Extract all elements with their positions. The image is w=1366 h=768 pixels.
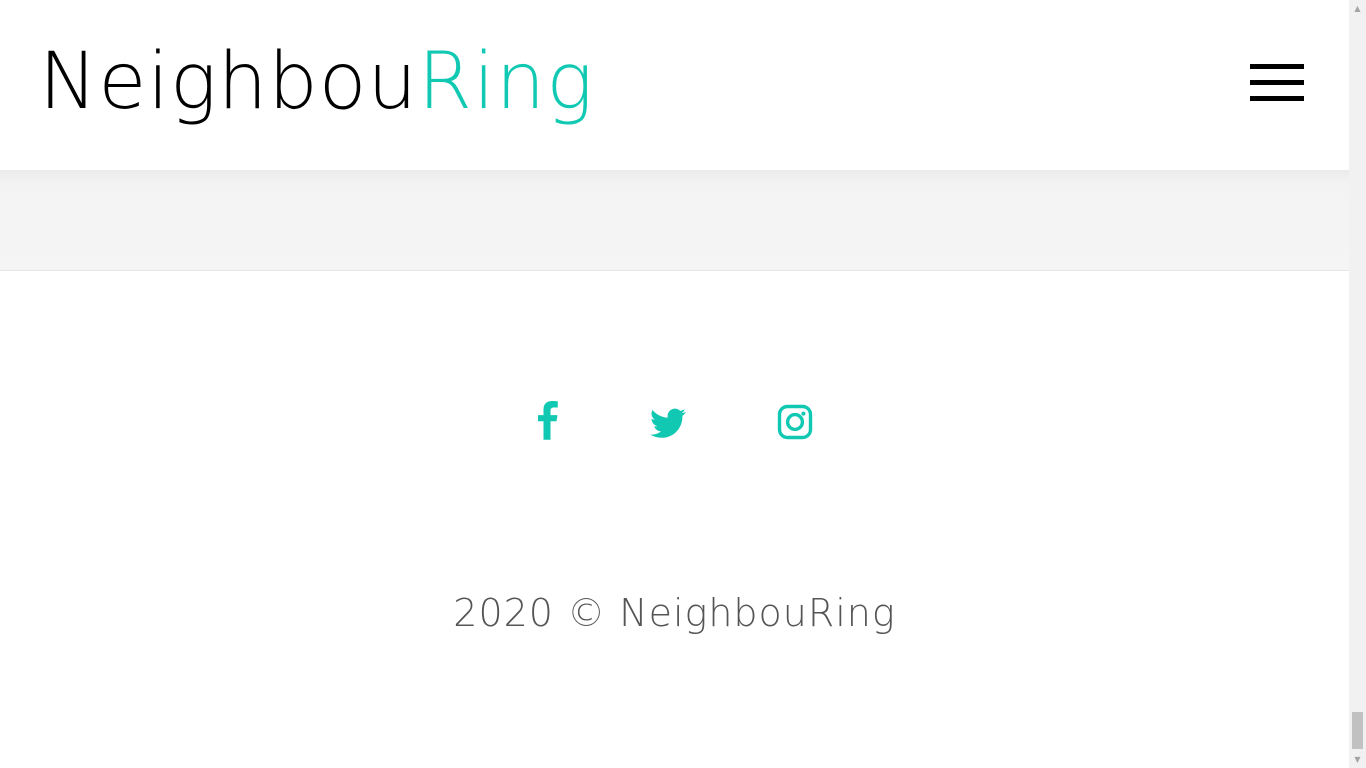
logo-text-ring: Ring [417,37,595,127]
facebook-icon [538,401,558,440]
page-content: NeighbouRing 2020 © NeighbouRing [0,0,1349,768]
menu-bar [1250,80,1304,85]
site-header: NeighbouRing [0,0,1349,170]
scrollbar-thumb[interactable] [1352,712,1363,749]
scroll-down-arrow-icon[interactable]: ▼ [1349,751,1366,768]
scroll-up-arrow-icon[interactable]: ▲ [1349,0,1366,17]
instagram-icon [777,404,813,440]
twitter-icon [650,408,686,438]
hamburger-menu-icon[interactable] [1250,64,1304,102]
instagram-link[interactable] [775,403,815,447]
gray-band [0,170,1349,271]
vertical-scrollbar[interactable]: ▲ ▼ [1349,0,1366,768]
facebook-link[interactable] [529,401,569,445]
page: NeighbouRing 2020 © NeighbouRing ▲ ▼ [0,0,1366,768]
copyright-text: 2020 © NeighbouRing [453,591,896,635]
site-footer: 2020 © NeighbouRing [0,271,1349,768]
site-logo[interactable]: NeighbouRing [39,34,594,130]
menu-bar [1250,96,1304,101]
twitter-link[interactable] [649,403,689,447]
logo-text-neighbou: Neighbou [39,37,418,127]
menu-bar [1250,64,1304,69]
